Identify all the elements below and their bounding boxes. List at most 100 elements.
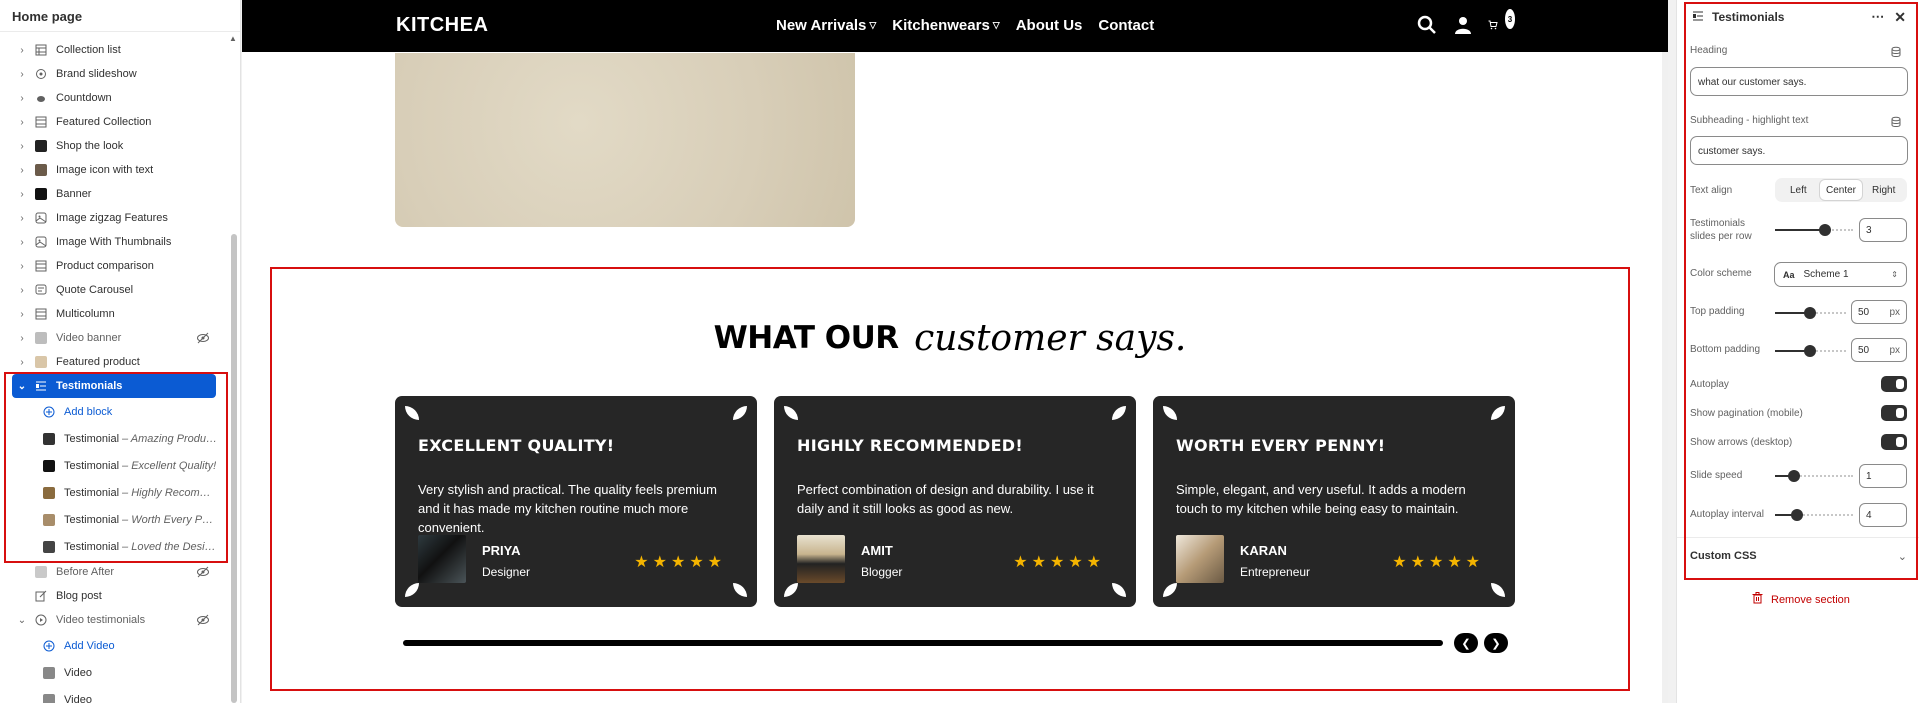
sections-sidebar: Home page › Collection list › Brand slid… — [0, 0, 241, 703]
chevron-right-icon[interactable]: › — [16, 117, 28, 128]
chevron-right-icon[interactable]: › — [16, 165, 28, 176]
align-right-option[interactable]: Right — [1862, 180, 1905, 200]
store-logo[interactable]: KITCHEA — [396, 14, 488, 37]
slides-per-row-input[interactable]: 3 — [1859, 218, 1907, 242]
block-item-testimonial[interactable]: Testimonial – Amazing Product! — [0, 425, 228, 452]
sidebar-item-featured-product[interactable]: › Featured product — [0, 350, 228, 374]
sidebar-item-image-zigzag-features[interactable]: › Image zigzag Features — [0, 206, 228, 230]
align-left-option[interactable]: Left — [1777, 180, 1820, 200]
arrows-toggle[interactable] — [1881, 434, 1907, 450]
scroll-up-icon[interactable]: ▲ — [229, 34, 237, 43]
sidebar-title: Home page — [0, 0, 240, 32]
chevron-right-icon[interactable]: › — [16, 333, 28, 344]
search-icon[interactable] — [1416, 14, 1438, 36]
sidebar-item-blog-post[interactable]: Blog post — [0, 584, 228, 608]
eye-off-icon[interactable] — [196, 565, 210, 579]
sidebar-item-multicolumn[interactable]: › Multicolumn — [0, 302, 228, 326]
color-scheme-select[interactable]: Aa Scheme 1 ⇕ — [1774, 262, 1907, 287]
chevron-right-icon[interactable]: › — [16, 213, 28, 224]
chevron-right-icon[interactable]: › — [16, 357, 28, 368]
sidebar-item-featured-collection[interactable]: › Featured Collection — [0, 110, 228, 134]
slide-speed-input[interactable]: 1 — [1859, 464, 1907, 488]
block-item-testimonial[interactable]: Testimonial – Worth Every Pen... — [0, 506, 228, 533]
chevron-right-icon[interactable]: › — [16, 189, 28, 200]
eye-off-icon[interactable] — [196, 331, 210, 345]
block-item-video[interactable]: Video — [0, 686, 228, 703]
more-options-icon[interactable]: ⋯ — [1871, 9, 1884, 25]
bottom-padding-input[interactable]: 50 px — [1851, 338, 1907, 362]
corner-decoration — [405, 406, 419, 420]
sidebar-item-label: Video testimonials — [56, 614, 146, 626]
autoplay-interval-input[interactable]: 4 — [1859, 503, 1907, 527]
block-item-testimonial[interactable]: Testimonial – Highly Recomme... — [0, 479, 228, 506]
nav-kitchenwears[interactable]: Kitchenwears ▽ — [892, 17, 999, 34]
slide-speed-slider[interactable] — [1788, 470, 1800, 482]
testimonial-card[interactable]: WORTH EVERY PENNY! Simple, elegant, and … — [1153, 396, 1515, 607]
close-icon[interactable]: ✕ — [1894, 9, 1906, 26]
remove-section-button[interactable]: Remove section — [1752, 592, 1850, 607]
chevron-right-icon[interactable]: › — [16, 285, 28, 296]
sidebar-item-shop-the-look[interactable]: › Shop the look — [0, 134, 228, 158]
account-icon[interactable] — [1452, 14, 1474, 36]
pagination-label: Show pagination (mobile) — [1690, 408, 1803, 419]
chevron-down-icon[interactable]: ⌄ — [16, 615, 28, 626]
sidebar-item-before-after[interactable]: Before After — [0, 560, 228, 584]
chevron-right-icon[interactable]: › — [16, 45, 28, 56]
slider-progress-bar[interactable] — [403, 640, 1443, 646]
heading-input[interactable]: what our customer says. — [1690, 67, 1908, 96]
prev-arrow-button[interactable]: ❮ — [1454, 633, 1478, 653]
subheading-input[interactable]: customer says. — [1690, 136, 1908, 165]
sidebar-item-image-with-thumbnails[interactable]: › Image With Thumbnails — [0, 230, 228, 254]
sidebar-scrollbar[interactable]: ▲ — [228, 34, 238, 703]
autoplay-interval-slider[interactable] — [1791, 509, 1803, 521]
chevron-right-icon[interactable]: › — [16, 237, 28, 248]
sidebar-item-label: Image With Thumbnails — [56, 236, 172, 248]
sidebar-item-product-comparison[interactable]: › Product comparison — [0, 254, 228, 278]
scrollbar-thumb[interactable] — [231, 234, 237, 703]
top-padding-input[interactable]: 50 px — [1851, 300, 1907, 324]
next-arrow-button[interactable]: ❯ — [1484, 633, 1508, 653]
autoplay-toggle[interactable] — [1881, 376, 1907, 392]
testimonial-card[interactable]: EXCELLENT QUALITY! Very stylish and prac… — [395, 396, 757, 607]
pagination-toggle[interactable] — [1881, 405, 1907, 421]
custom-css-toggle[interactable]: Custom CSS ⌄ — [1690, 550, 1907, 563]
block-item-video[interactable]: Video — [0, 659, 228, 686]
sidebar-item-collection-list[interactable]: › Collection list — [0, 38, 228, 62]
testimonials-section[interactable]: WHAT OUR customer says. EXCELLENT QUALIT… — [270, 267, 1630, 691]
sidebar-item-brand-slideshow[interactable]: › Brand slideshow — [0, 62, 228, 86]
slides-per-row-slider[interactable] — [1819, 224, 1831, 236]
sidebar-item-banner[interactable]: › Banner — [0, 182, 228, 206]
chevron-right-icon[interactable]: › — [16, 309, 28, 320]
nav-contact[interactable]: Contact — [1098, 17, 1154, 34]
add-block-button[interactable]: Add block — [0, 398, 228, 425]
select-arrows-icon: ⇕ — [1891, 270, 1898, 279]
align-center-option[interactable]: Center — [1819, 180, 1863, 200]
chevron-right-icon[interactable]: › — [16, 93, 28, 104]
nav-new-arrivals[interactable]: New Arrivals ▽ — [776, 17, 876, 34]
nav-about-us[interactable]: About Us — [1016, 17, 1083, 34]
testimonial-card[interactable]: HIGHLY RECOMMENDED! Perfect combination … — [774, 396, 1136, 607]
add-video-button[interactable]: Add Video — [0, 632, 228, 659]
eye-off-icon[interactable] — [196, 613, 210, 627]
sidebar-item-image-icon-with-text[interactable]: › Image icon with text — [0, 158, 228, 182]
cart-icon[interactable]: 3 — [1488, 8, 1516, 36]
sidebar-item-video-banner[interactable]: › Video banner — [0, 326, 228, 350]
dynamic-source-icon[interactable] — [1890, 45, 1902, 57]
nav-label: Kitchenwears — [892, 17, 990, 34]
chevron-right-icon[interactable]: › — [16, 69, 28, 80]
dynamic-source-icon[interactable] — [1890, 115, 1902, 127]
play-circle-icon — [34, 613, 48, 627]
sidebar-item-quote-carousel[interactable]: › Quote Carousel — [0, 278, 228, 302]
bottom-padding-slider[interactable] — [1804, 345, 1816, 357]
sidebar-item-countdown[interactable]: › Countdown — [0, 86, 228, 110]
chevron-right-icon[interactable]: › — [16, 261, 28, 272]
sidebar-item-video-testimonials[interactable]: ⌄ Video testimonials — [0, 608, 228, 632]
chevron-down-icon[interactable]: ⌄ — [16, 381, 28, 392]
block-item-testimonial[interactable]: Testimonial – Loved the Design! — [0, 533, 228, 560]
chevron-right-icon[interactable]: › — [16, 141, 28, 152]
top-padding-slider[interactable] — [1804, 307, 1816, 319]
sidebar-item-testimonials[interactable]: ⌄ Testimonials — [12, 374, 216, 398]
block-item-testimonial[interactable]: Testimonial – Excellent Quality! — [0, 452, 228, 479]
preview-scrollbar[interactable] — [1662, 52, 1668, 703]
store-preview: KITCHEA New Arrivals ▽ Kitchenwears ▽ Abou… — [242, 0, 1668, 703]
